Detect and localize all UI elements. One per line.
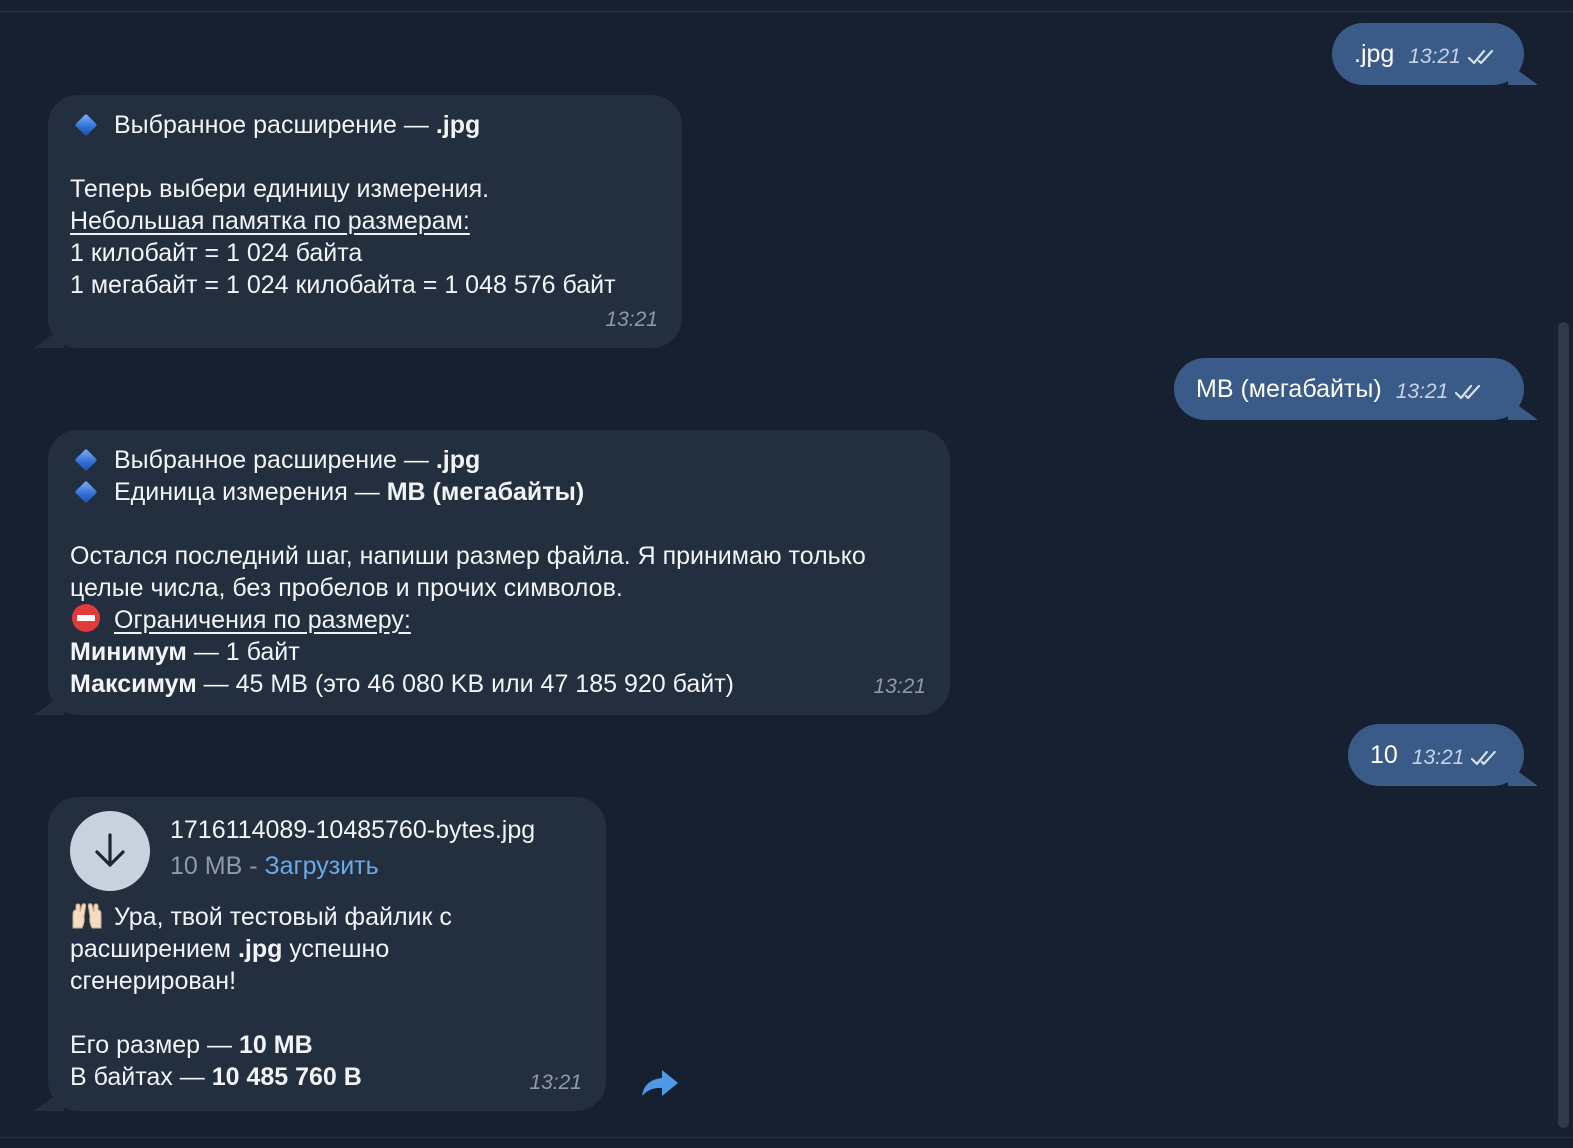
raised-hands-icon: [72, 903, 102, 929]
blue-diamond-icon: [76, 115, 96, 135]
message-line: Ура, твой тестовый файлик с: [70, 901, 584, 933]
bubble-tail: [1508, 398, 1538, 420]
blue-diamond-icon: [76, 450, 96, 470]
download-link[interactable]: Загрузить: [264, 852, 378, 880]
file-meta: 10 MB - Загрузить: [170, 847, 535, 885]
double-check-icon: [1467, 49, 1493, 65]
file-separator: -: [242, 852, 265, 880]
bubble-tail: [34, 326, 64, 348]
underlined-text: Ограничения по размеру:: [114, 606, 411, 634]
outgoing-message-jpg[interactable]: .jpg 13:21: [1332, 23, 1524, 85]
file-attachment: 1716114089-10485760-bytes.jpg 10 MB - За…: [70, 811, 584, 891]
message-line: Остался последний шаг, напиши размер фай…: [70, 542, 866, 570]
outgoing-message-size[interactable]: 10 13:21: [1348, 724, 1524, 786]
message-text: MB (мегабайты): [1196, 375, 1382, 403]
bold-text: .jpg: [237, 935, 283, 963]
text-fragment: Выбранное расширение —: [114, 446, 436, 474]
incoming-message-unit-selected[interactable]: Выбранное расширение — .jpg Единица изме…: [48, 430, 950, 715]
message-line: Ограничения по размеру:: [70, 604, 928, 636]
message-time: 13:21: [873, 675, 926, 698]
message-line: В байтах — 10 485 760 B: [70, 1061, 584, 1093]
bold-text: MB (мегабайты): [386, 478, 585, 506]
message-time: 13:21: [1411, 746, 1465, 769]
message-line: 1 килобайт = 1 024 байта: [70, 239, 363, 267]
share-icon[interactable]: [638, 1064, 682, 1100]
message-line: Выбранное расширение — .jpg: [70, 109, 660, 141]
double-check-icon: [1471, 750, 1497, 766]
message-line: Его размер — 10 MB: [70, 1029, 584, 1061]
text-fragment: Ура, твой тестовый файлик с: [114, 903, 452, 931]
text-fragment: Выбранное расширение —: [114, 111, 436, 139]
bubble-tail: [1508, 63, 1538, 85]
bold-text: .jpg: [435, 111, 481, 139]
text-fragment: В байтах —: [70, 1063, 212, 1091]
download-arrow-icon: [95, 833, 125, 867]
bold-text: Минимум: [70, 638, 187, 666]
underlined-text: Небольшая памятка по размерам:: [70, 207, 470, 235]
bold-text: 10 485 760 B: [211, 1063, 362, 1091]
text-fragment: — 1 байт: [186, 638, 300, 666]
text-fragment: Единица измерения —: [114, 478, 387, 506]
bold-text: Максимум: [70, 670, 197, 698]
message-time: 13:21: [529, 1071, 582, 1094]
bold-text: 10 MB: [238, 1031, 313, 1059]
file-size: 10 MB: [170, 852, 243, 880]
message-line: Максимум — 45 MB (это 46 080 KB или 47 1…: [70, 668, 928, 700]
outgoing-message-mb[interactable]: MB (мегабайты) 13:21: [1174, 358, 1524, 420]
message-line: сгенерирован!: [70, 967, 237, 995]
text-fragment: расширением: [70, 935, 238, 963]
bubble-tail: [1508, 764, 1538, 786]
text-fragment: успешно: [282, 935, 390, 963]
message-line: Теперь выбери единицу измерения.: [70, 175, 490, 203]
incoming-message-extension-selected[interactable]: Выбранное расширение — .jpg Теперь выбер…: [48, 95, 682, 348]
message-line: Единица измерения — MB (мегабайты): [70, 476, 928, 508]
message-line: 1 мегабайт = 1 024 килобайта = 1 048 576…: [70, 271, 616, 299]
bottom-border: [0, 1137, 1573, 1148]
incoming-message-file[interactable]: 1716114089-10485760-bytes.jpg 10 MB - За…: [48, 797, 606, 1111]
bold-text: .jpg: [435, 446, 481, 474]
file-info: 1716114089-10485760-bytes.jpg 10 MB - За…: [170, 813, 535, 885]
top-border: [0, 0, 1573, 12]
message-time: 13:21: [1395, 380, 1449, 403]
message-line: целые числа, без пробелов и прочих симво…: [70, 574, 623, 602]
message-text: 10: [1370, 741, 1398, 769]
text-fragment: Его размер —: [70, 1031, 239, 1059]
scrollbar[interactable]: [1558, 322, 1569, 1128]
double-check-icon: [1455, 384, 1481, 400]
blue-diamond-icon: [76, 482, 96, 502]
message-line: Минимум — 1 байт: [70, 636, 928, 668]
message-text: .jpg: [1354, 40, 1395, 68]
bubble-tail: [34, 1089, 64, 1111]
file-name: 1716114089-10485760-bytes.jpg: [170, 816, 536, 844]
message-time: 13:21: [1408, 45, 1461, 68]
download-button[interactable]: [70, 811, 150, 891]
message-line: Выбранное расширение — .jpg: [70, 444, 928, 476]
no-entry-icon: [72, 604, 100, 632]
bubble-tail: [34, 693, 64, 715]
message-time: 13:21: [605, 308, 658, 331]
text-fragment: — 45 MB (это 46 080 KB или 47 185 920 ба…: [196, 670, 735, 698]
message-line: Небольшая памятка по размерам:: [70, 205, 660, 237]
message-line: расширением .jpg успешно: [70, 933, 584, 965]
